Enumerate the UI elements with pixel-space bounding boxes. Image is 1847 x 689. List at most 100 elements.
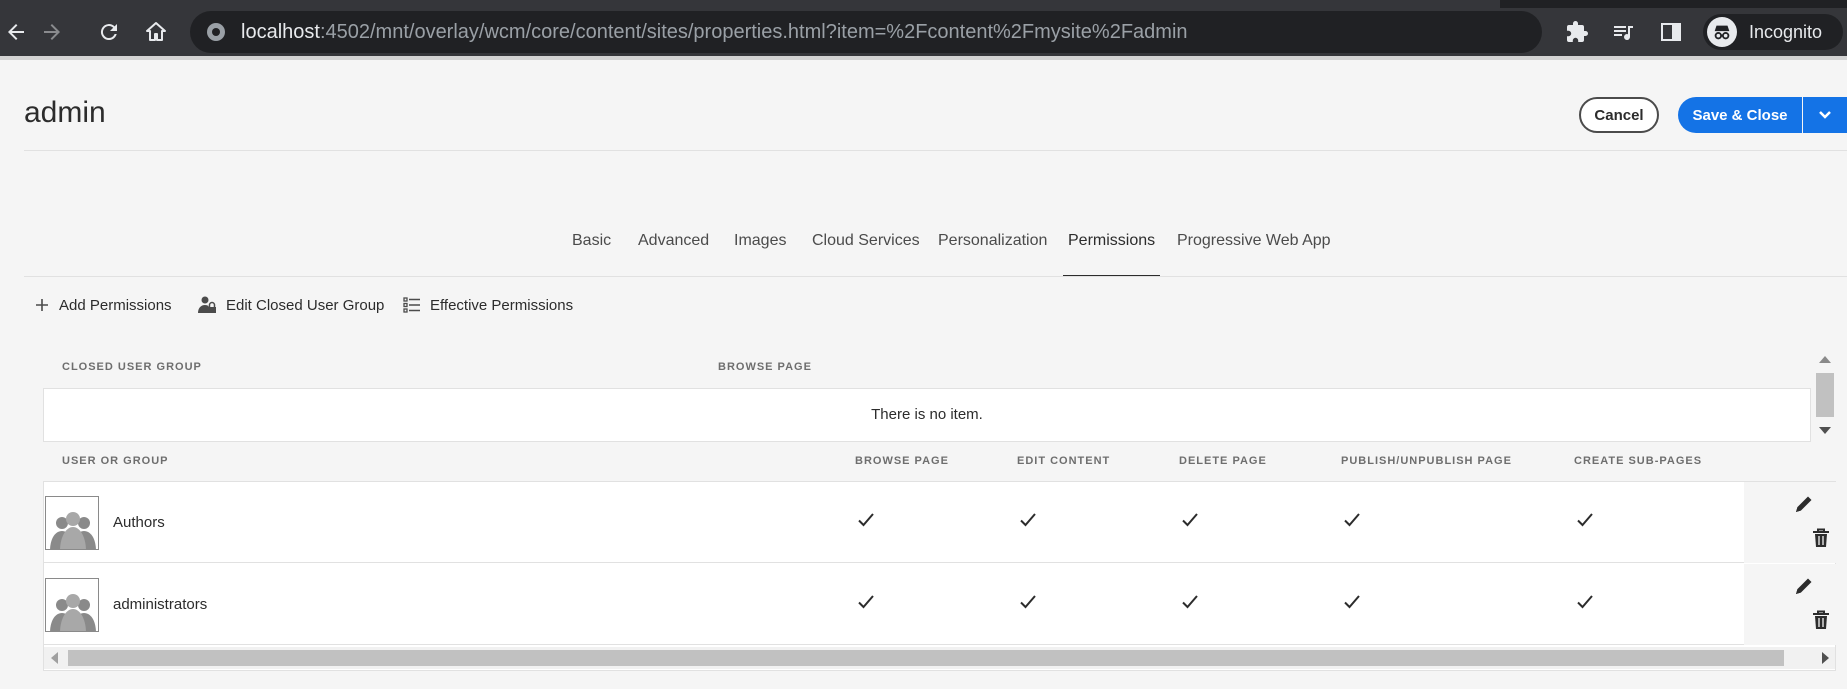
media-queue-icon	[1614, 26, 1633, 41]
tab-basic[interactable]: Basic	[572, 232, 611, 276]
address-bar[interactable]: localhost:4502/mnt/overlay/wcm/core/cont…	[190, 11, 1542, 53]
header-divider	[24, 150, 1847, 151]
save-options-button[interactable]	[1803, 97, 1847, 133]
table-row[interactable]: administrators	[44, 564, 1837, 645]
scroll-thumb[interactable]	[1816, 373, 1834, 417]
toolbar-divider	[0, 56, 1847, 60]
extensions-icon	[1567, 21, 1588, 42]
scroll-thumb[interactable]	[68, 650, 1784, 666]
cug-empty-state: There is no item.	[43, 388, 1811, 442]
perm-header-edit: EDIT CONTENT	[1017, 455, 1111, 467]
side-panel-icon	[1661, 23, 1681, 41]
page-title: admin	[24, 96, 106, 129]
trash-icon[interactable]	[1810, 609, 1832, 631]
tab-advanced[interactable]: Advanced	[638, 232, 709, 276]
checkmark-icon	[858, 595, 874, 609]
pencil-icon[interactable]	[1792, 574, 1816, 598]
tab-label: Cloud Services	[812, 232, 920, 249]
home-icon	[146, 22, 166, 41]
tab-cloud-services[interactable]: Cloud Services	[812, 232, 920, 276]
tab-images[interactable]: Images	[734, 232, 786, 276]
profile-label: Incognito	[1749, 21, 1823, 42]
table-row[interactable]: Authors	[44, 482, 1837, 563]
checkmark-icon	[1344, 513, 1360, 527]
horizontal-scrollbar[interactable]	[44, 647, 1835, 669]
chevron-down-icon	[1819, 111, 1831, 119]
plus-icon	[36, 299, 48, 311]
tab-label: Permissions	[1068, 232, 1156, 249]
add-permissions-button[interactable]: Add Permissions	[34, 294, 172, 316]
save-close-button[interactable]: Save & Close	[1678, 97, 1802, 133]
perm-header-create: CREATE SUB-PAGES	[1574, 455, 1703, 467]
tab-permissions[interactable]: Permissions	[1063, 232, 1161, 277]
group-avatar	[45, 578, 99, 632]
perm-header-delete: DELETE PAGE	[1179, 455, 1267, 467]
group-name: administrators	[113, 596, 208, 613]
perm-header-browse: BROWSE PAGE	[855, 455, 949, 467]
checkmark-icon	[1344, 595, 1360, 609]
media-queue-button[interactable]	[1607, 16, 1639, 48]
user-lock-icon	[198, 296, 216, 313]
vertical-scrollbar[interactable]	[1812, 351, 1836, 441]
extensions-button[interactable]	[1561, 16, 1593, 48]
back-icon	[8, 24, 24, 40]
checkmark-icon	[1577, 513, 1593, 527]
effective-permissions-button[interactable]: Effective Permissions	[403, 294, 573, 316]
group-name: Authors	[113, 514, 165, 531]
permissions-table: Authors administrators	[43, 481, 1837, 671]
tabs-divider	[24, 276, 1847, 277]
scroll-left-arrow[interactable]	[51, 652, 58, 664]
tab-label: Images	[734, 232, 787, 249]
browser-tab-strip	[0, 0, 1847, 8]
tab-list: Basic Advanced Images Cloud Services Per…	[0, 232, 1847, 277]
edit-cug-button[interactable]: Edit Closed User Group	[197, 294, 384, 316]
trash-icon[interactable]	[1810, 527, 1832, 549]
edit-cug-label: Edit Closed User Group	[226, 296, 385, 314]
group-avatar	[45, 496, 99, 550]
cug-header-group: CLOSED USER GROUP	[62, 361, 202, 373]
checkmark-icon	[1577, 595, 1593, 609]
row-actions	[1744, 564, 1837, 645]
tab-personalization[interactable]: Personalization	[938, 232, 1047, 276]
url-text[interactable]: localhost:4502/mnt/overlay/wcm/core/cont…	[241, 21, 1188, 44]
forward-icon	[44, 24, 60, 40]
tab-label: Personalization	[938, 232, 1048, 249]
tab-progressive-web-app[interactable]: Progressive Web App	[1177, 232, 1331, 276]
side-panel-button[interactable]	[1655, 16, 1687, 48]
row-actions	[1744, 482, 1837, 563]
scroll-right-arrow[interactable]	[1822, 652, 1829, 664]
tab-label: Advanced	[638, 232, 710, 249]
back-button[interactable]	[0, 16, 32, 48]
reload-icon	[100, 24, 117, 41]
group-icon	[50, 594, 96, 631]
cug-header-browse: BROWSE PAGE	[718, 361, 812, 373]
checkmark-icon	[1182, 513, 1198, 527]
perm-header-user: USER OR GROUP	[62, 455, 169, 467]
group-icon	[50, 512, 96, 549]
add-permissions-label: Add Permissions	[59, 296, 172, 314]
empty-message: There is no item.	[871, 406, 983, 423]
tab-label: Basic	[572, 232, 612, 249]
checkmark-icon	[1020, 595, 1036, 609]
pencil-icon[interactable]	[1792, 492, 1816, 516]
tab-label: Progressive Web App	[1177, 232, 1331, 249]
url-host: localhost	[241, 21, 320, 43]
profile-menu[interactable]: Incognito	[1703, 14, 1843, 50]
incognito-icon	[1707, 17, 1737, 47]
scroll-down-arrow[interactable]	[1819, 427, 1831, 434]
checkmark-icon	[1182, 595, 1198, 609]
tab-strip-area	[0, 0, 1500, 8]
home-button[interactable]	[140, 16, 172, 48]
checkmark-icon	[858, 513, 874, 527]
url-path: :4502/mnt/overlay/wcm/core/content/sites…	[319, 21, 1188, 43]
browser-toolbar: localhost:4502/mnt/overlay/wcm/core/cont…	[0, 8, 1847, 56]
effective-permissions-label: Effective Permissions	[430, 296, 574, 314]
reload-button[interactable]	[93, 16, 125, 48]
perm-header-publish: PUBLISH/UNPUBLISH PAGE	[1341, 455, 1512, 467]
site-info-icon[interactable]	[206, 22, 226, 42]
forward-button[interactable]	[36, 16, 68, 48]
cancel-button[interactable]: Cancel	[1579, 97, 1659, 133]
list-icon	[403, 297, 420, 313]
scroll-up-arrow[interactable]	[1819, 356, 1831, 363]
checkmark-icon	[1020, 513, 1036, 527]
